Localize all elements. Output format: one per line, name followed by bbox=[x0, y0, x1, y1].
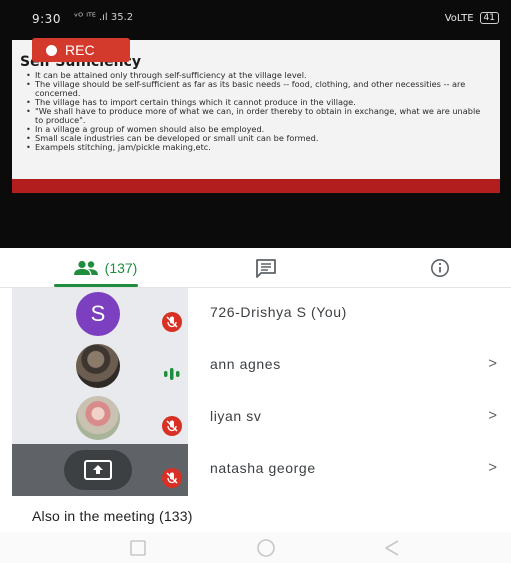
shared-screen-video[interactable]: 9:30 ᵛᴼ ˡᵀᴱ .ıl 35.2 VoLTE 41 Self Suffi… bbox=[0, 0, 511, 248]
presenting-indicator bbox=[64, 450, 132, 490]
recording-badge: REC bbox=[32, 38, 130, 62]
tab-info[interactable] bbox=[410, 248, 470, 288]
mic-off-icon bbox=[162, 416, 182, 436]
participant-tile bbox=[12, 444, 188, 496]
participant-name: ann agnes bbox=[210, 356, 281, 372]
status-right: VoLTE 41 bbox=[445, 12, 499, 24]
slide-bullet: "We shall have to produce more of what w… bbox=[26, 107, 490, 125]
participant-tile bbox=[12, 392, 188, 444]
stop-sharing-button bbox=[285, 185, 305, 189]
signal-indicator: ᵛᴼ ˡᵀᴱ .ıl 35.2 bbox=[74, 12, 134, 23]
recording-label: REC bbox=[65, 42, 95, 58]
participant-row[interactable]: liyan sv > bbox=[0, 392, 511, 444]
people-count: (137) bbox=[104, 260, 138, 276]
participant-tile: S bbox=[12, 288, 188, 340]
slide-bullet-list: It can be attained only through self-suf… bbox=[26, 71, 490, 153]
home-icon[interactable] bbox=[255, 538, 277, 558]
avatar: S bbox=[76, 292, 120, 336]
slide-bullet: Exampels stitching, jam/pickle making,et… bbox=[26, 143, 490, 153]
tab-chat[interactable] bbox=[236, 248, 296, 288]
tab-people[interactable]: (137) bbox=[40, 248, 170, 288]
participant-row[interactable]: ann agnes > bbox=[0, 340, 511, 392]
meeting-tab-bar: (137) bbox=[0, 248, 511, 288]
back-icon[interactable] bbox=[382, 538, 402, 558]
slide-bullet: The village should be self-sufficient as… bbox=[26, 80, 490, 98]
battery-icon: 41 bbox=[479, 12, 499, 24]
network-label: VoLTE bbox=[444, 12, 474, 24]
recent-apps-icon[interactable] bbox=[128, 538, 148, 558]
chevron-right-icon[interactable]: > bbox=[488, 407, 497, 424]
participant-row[interactable]: natasha george > bbox=[0, 444, 511, 496]
slide-sharing-bar bbox=[198, 183, 312, 190]
info-icon bbox=[431, 259, 449, 277]
presentation-slide: Self Sufficiency It can be attained only… bbox=[12, 40, 500, 193]
people-icon bbox=[73, 260, 98, 275]
chevron-right-icon[interactable]: > bbox=[488, 355, 497, 372]
mic-off-icon bbox=[162, 468, 182, 488]
participant-name: liyan sv bbox=[210, 408, 262, 424]
avatar bbox=[76, 396, 120, 440]
status-bar: 9:30 ᵛᴼ ˡᵀᴱ .ıl 35.2 VoLTE 41 bbox=[12, 10, 499, 28]
status-time: 9:30 bbox=[32, 12, 61, 26]
also-in-meeting-header: Also in the meeting (133) bbox=[32, 508, 193, 524]
participant-row[interactable]: S 726-Drishya S (You) bbox=[0, 288, 511, 340]
participant-tile bbox=[12, 340, 188, 392]
recording-dot-icon bbox=[46, 44, 57, 56]
active-tab-indicator bbox=[54, 284, 138, 287]
speaking-icon bbox=[162, 366, 182, 382]
participant-name: 726-Drishya S (You) bbox=[210, 304, 347, 320]
system-nav-bar bbox=[0, 532, 511, 563]
present-screen-icon bbox=[84, 460, 112, 480]
chevron-right-icon[interactable]: > bbox=[488, 459, 497, 476]
avatar bbox=[76, 344, 120, 388]
mic-off-icon bbox=[162, 312, 182, 332]
chat-icon bbox=[256, 259, 276, 278]
participant-name: natasha george bbox=[210, 460, 316, 476]
